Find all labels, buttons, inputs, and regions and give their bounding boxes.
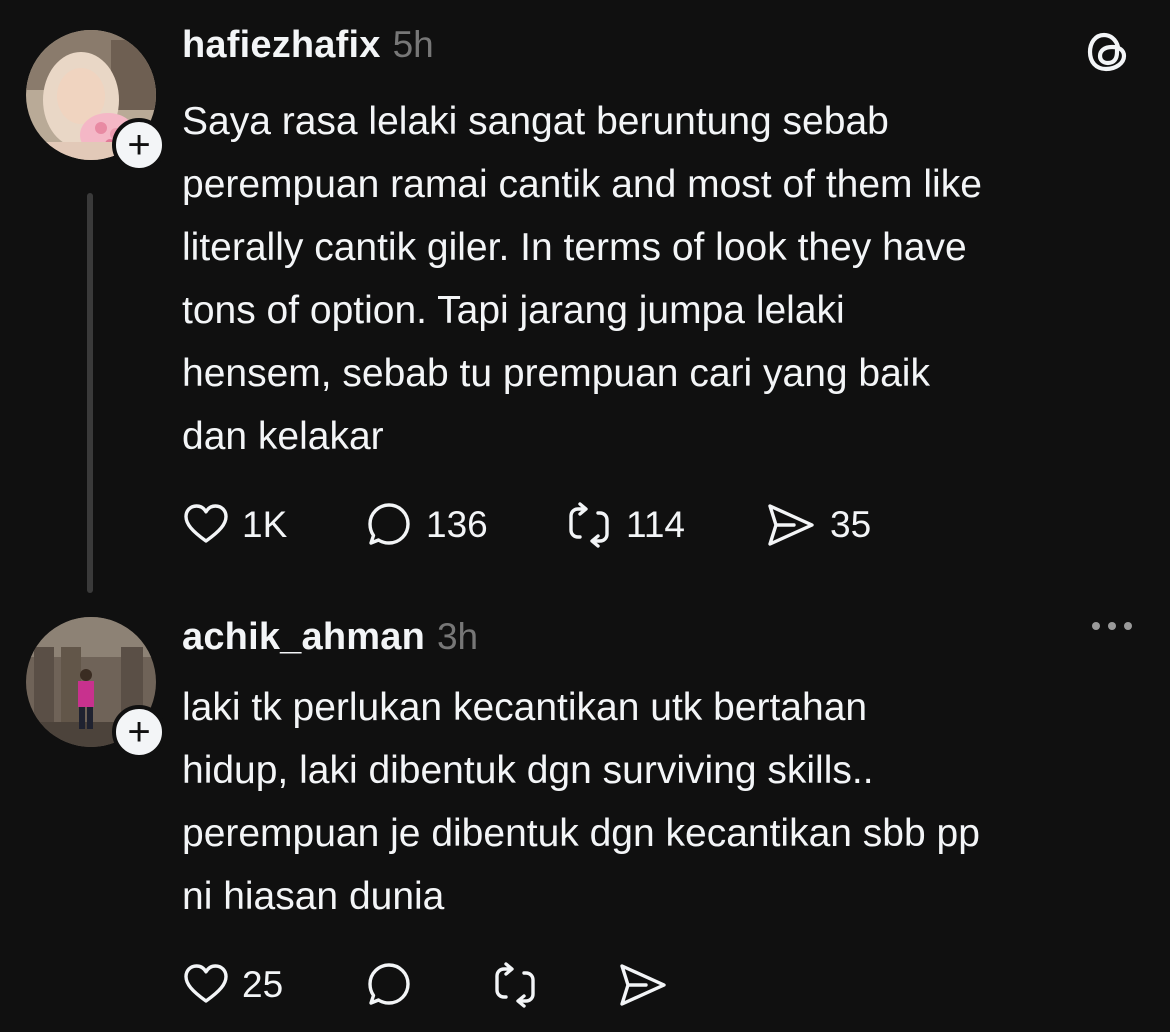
repost-button[interactable] xyxy=(490,960,616,1010)
post-text: Saya rasa lelaki sangat beruntung sebab … xyxy=(182,100,982,458)
action-bar: 25 xyxy=(182,960,670,1010)
share-button[interactable]: 35 xyxy=(764,500,871,550)
reply-count: 136 xyxy=(426,504,488,545)
repost-icon xyxy=(569,502,609,548)
reply-button[interactable]: 136 xyxy=(364,500,564,550)
like-count: 1K xyxy=(242,504,288,545)
post-text: laki tk perlukan kecantikan utk bertahan… xyxy=(182,686,980,918)
username[interactable]: achik_ahman xyxy=(182,616,425,659)
send-icon xyxy=(768,504,814,546)
send-icon xyxy=(620,964,666,1006)
speech-bubble-icon xyxy=(368,963,410,1005)
username[interactable]: hafiezhafix xyxy=(182,24,381,67)
share-button[interactable] xyxy=(616,960,670,1010)
speech-bubble-icon xyxy=(368,503,410,545)
post-header: hafiezhafix 5h xyxy=(182,24,434,67)
share-count: 35 xyxy=(830,504,872,545)
repost-count: 114 xyxy=(626,504,685,545)
threads-logo-icon[interactable] xyxy=(1084,28,1132,81)
action-bar: 1K 136 114 35 xyxy=(182,500,871,550)
reply-post: + achik_ahman 3h laki tk perlukan kecant… xyxy=(0,600,1170,1032)
plus-icon[interactable]: + xyxy=(112,705,166,759)
plus-icon[interactable]: + xyxy=(112,118,166,172)
timestamp: 5h xyxy=(392,24,434,65)
repost-button[interactable]: 114 xyxy=(564,500,764,550)
timestamp: 3h xyxy=(436,616,479,657)
heart-icon xyxy=(184,964,228,1003)
heart-icon xyxy=(184,504,228,543)
thread-post: + hafiezhafix 5h Saya rasa lelaki sangat… xyxy=(0,0,1170,600)
thread-line xyxy=(87,193,93,593)
repost-icon xyxy=(495,962,535,1008)
reply-button[interactable] xyxy=(364,960,490,1010)
post-header: achik_ahman 3h xyxy=(182,616,478,659)
like-button[interactable]: 25 xyxy=(182,960,364,1010)
more-icon[interactable] xyxy=(1092,622,1132,630)
like-button[interactable]: 1K xyxy=(182,500,364,550)
like-count: 25 xyxy=(242,964,284,1005)
